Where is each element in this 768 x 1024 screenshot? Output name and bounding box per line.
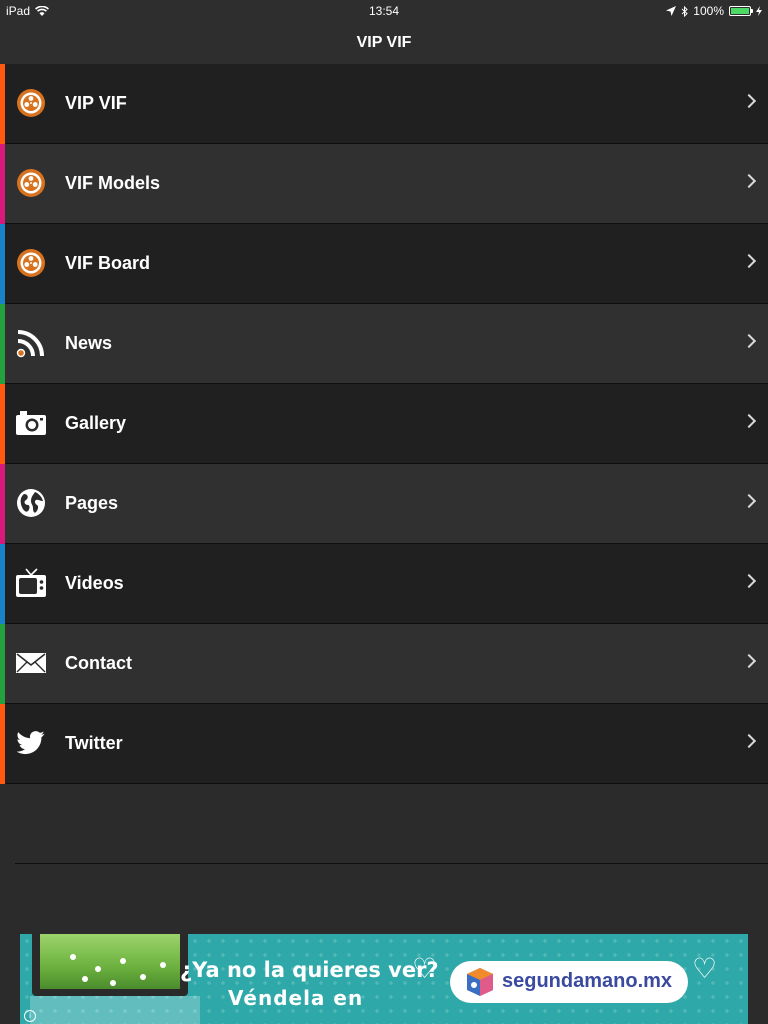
menu-item-vip-vif[interactable]: VIP VIF xyxy=(0,64,768,144)
chevron-right-icon xyxy=(741,93,757,109)
accent-stripe xyxy=(0,624,5,704)
rss-icon xyxy=(15,327,47,359)
accent-stripe xyxy=(0,224,5,304)
film-reel-icon xyxy=(15,247,47,279)
ad-tv-screen xyxy=(40,934,180,989)
status-time: 13:54 xyxy=(368,4,400,18)
menu-item-label: Videos xyxy=(65,573,124,593)
bluetooth-icon xyxy=(681,5,689,17)
menu-item-gallery[interactable]: Gallery xyxy=(0,384,768,464)
chevron-right-icon xyxy=(741,573,757,589)
menu-list: VIP VIF VIF Models VIF Board News Gallery Pag… xyxy=(0,64,768,784)
chevron-right-icon xyxy=(741,413,757,429)
menu-item-twitter[interactable]: Twitter xyxy=(0,704,768,784)
divider xyxy=(15,863,768,864)
accent-stripe xyxy=(0,464,5,544)
ad-banner[interactable]: i ¿Ya no la quieres ver? Véndela en ♡ se… xyxy=(20,934,748,1024)
menu-item-vif-board[interactable]: VIF Board xyxy=(0,224,768,304)
menu-item-label: Pages xyxy=(65,493,119,513)
ad-brand-logo[interactable]: segundamano.mx xyxy=(450,961,688,1003)
camera-icon xyxy=(15,407,47,439)
ad-brand-name: segundamano.mx xyxy=(502,970,673,992)
chevron-right-icon xyxy=(741,493,757,509)
accent-stripe xyxy=(0,544,5,624)
menu-item-vif-models[interactable]: VIF Models xyxy=(0,144,768,224)
ad-headline: ¿Ya no la quieres ver? xyxy=(180,958,439,982)
battery-level xyxy=(731,8,749,14)
envelope-icon xyxy=(15,647,47,679)
charging-bolt-icon xyxy=(756,6,762,16)
location-arrow-icon xyxy=(666,6,677,16)
chevron-right-icon xyxy=(741,253,757,269)
menu-item-videos[interactable]: Videos xyxy=(0,544,768,624)
menu-item-news[interactable]: News xyxy=(0,304,768,384)
heart-icon: ♡ xyxy=(692,953,718,984)
page-title: VIP VIF xyxy=(356,34,412,51)
nav-bar: VIP VIF xyxy=(0,22,768,65)
chevron-right-icon xyxy=(741,333,757,349)
ad-tv-stand xyxy=(30,996,200,1024)
divider xyxy=(15,783,768,784)
status-right: 100% xyxy=(666,4,762,18)
tv-icon xyxy=(15,567,47,599)
box-logo-icon xyxy=(467,968,493,996)
accent-stripe xyxy=(0,64,5,144)
twitter-bird-icon xyxy=(15,727,47,759)
accent-stripe xyxy=(0,304,5,384)
menu-item-label: Twitter xyxy=(65,733,123,753)
menu-item-label: VIF Models xyxy=(65,173,161,193)
menu-item-label: Contact xyxy=(65,653,132,673)
ad-info-icon[interactable]: i xyxy=(24,1010,36,1022)
battery-percent: 100% xyxy=(693,4,724,18)
chevron-right-icon xyxy=(741,653,757,669)
menu-item-label: News xyxy=(65,333,113,353)
accent-stripe xyxy=(0,144,5,224)
chevron-right-icon xyxy=(741,733,757,749)
film-reel-icon xyxy=(15,87,47,119)
chevron-right-icon xyxy=(741,173,757,189)
heart-icon: ♡ xyxy=(412,953,438,984)
menu-item-pages[interactable]: Pages xyxy=(0,464,768,544)
menu-item-label: Gallery xyxy=(65,413,127,433)
accent-stripe xyxy=(0,704,5,784)
status-bar: iPad 13:54 100% xyxy=(0,0,768,22)
menu-item-contact[interactable]: Contact xyxy=(0,624,768,704)
film-reel-icon xyxy=(15,167,47,199)
accent-stripe xyxy=(0,384,5,464)
globe-icon xyxy=(15,487,47,519)
battery-icon xyxy=(729,6,753,16)
menu-item-label: VIP VIF xyxy=(65,93,127,113)
ad-subline: Véndela en xyxy=(228,986,364,1010)
menu-item-label: VIF Board xyxy=(65,253,151,273)
